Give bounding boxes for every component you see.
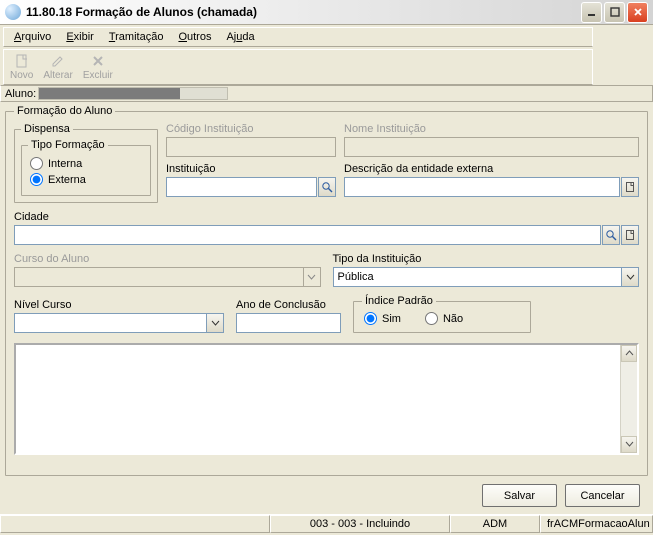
chevron-up-icon [625, 349, 634, 358]
search-icon [605, 229, 617, 241]
new-icon [14, 53, 30, 69]
menu-ajuda[interactable]: Ajuda [220, 30, 260, 45]
app-icon [5, 4, 21, 20]
status-cell-2: 003 - 003 - Incluindo [270, 515, 450, 533]
formacao-legend: Formação do Aluno [14, 105, 115, 117]
instituicao-lookup-button[interactable] [318, 177, 336, 197]
toolbar-alterar-label: Alterar [43, 70, 72, 81]
button-row: Salvar Cancelar [5, 476, 648, 514]
cidade-lookup-button[interactable] [602, 225, 620, 245]
ano-conclusao-input[interactable] [236, 313, 341, 333]
nivel-curso-combo[interactable] [14, 313, 207, 333]
curso-aluno-dropdown-button [303, 267, 321, 287]
instituicao-input[interactable] [166, 177, 317, 197]
curso-aluno-combo [14, 267, 304, 287]
cancelar-button[interactable]: Cancelar [565, 484, 640, 507]
tipo-inst-dropdown-button[interactable] [621, 267, 639, 287]
toolbar-novo-label: Novo [10, 70, 33, 81]
curso-aluno-label: Curso do Aluno [14, 253, 321, 265]
aluno-bar: Aluno: [0, 85, 653, 102]
descricao-ent-doc-button[interactable] [621, 177, 639, 197]
cidade-doc-button[interactable] [621, 225, 639, 245]
radio-interna-label: Interna [48, 158, 82, 170]
radio-indice-nao[interactable] [425, 312, 438, 325]
document-icon [624, 181, 636, 193]
descricao-ent-label: Descrição da entidade externa [344, 163, 639, 175]
indice-nao-label: Não [443, 313, 463, 325]
cidade-label: Cidade [14, 211, 639, 223]
maximize-button[interactable] [604, 2, 625, 23]
tipo-inst-label: Tipo da Instituição [333, 253, 640, 265]
radio-indice-sim[interactable] [364, 312, 377, 325]
menu-exibir[interactable]: Exibir [60, 30, 100, 45]
cidade-input[interactable] [14, 225, 601, 245]
chevron-down-icon [626, 273, 635, 282]
ano-conclusao-label: Ano de Conclusão [236, 299, 341, 311]
salvar-button[interactable]: Salvar [482, 484, 557, 507]
menu-tramitacao[interactable]: Tramitação [103, 30, 170, 45]
menu-arquivo[interactable]: Arquivo [8, 30, 57, 45]
search-icon [321, 181, 333, 193]
list-area[interactable] [14, 343, 639, 455]
tipo-inst-combo[interactable] [333, 267, 623, 287]
radio-externa-row[interactable]: Externa [30, 173, 144, 186]
indice-sim-row[interactable]: Sim [364, 312, 401, 325]
chevron-down-icon [307, 273, 316, 282]
scrollbar[interactable] [620, 345, 637, 453]
radio-externa[interactable] [30, 173, 43, 186]
close-button[interactable] [627, 2, 648, 23]
indice-padrao-legend: Índice Padrão [362, 295, 436, 307]
toolbar-excluir[interactable]: Excluir [83, 53, 113, 81]
toolbar: Novo Alterar Excluir [3, 49, 593, 85]
formacao-fieldset: Formação do Aluno Dispensa Tipo Formação… [5, 105, 648, 476]
aluno-label: Aluno: [5, 88, 36, 100]
nome-inst-label: Nome Instituição [344, 123, 639, 135]
radio-externa-label: Externa [48, 174, 86, 186]
scroll-down-button[interactable] [621, 436, 637, 453]
radio-interna-row[interactable]: Interna [30, 157, 144, 170]
nome-inst-input [344, 137, 639, 157]
minimize-button[interactable] [581, 2, 602, 23]
window-title: 11.80.18 Formação de Alunos (chamada) [26, 5, 581, 19]
tipo-formacao-legend: Tipo Formação [28, 139, 108, 151]
document-icon [624, 229, 636, 241]
titlebar: 11.80.18 Formação de Alunos (chamada) [0, 0, 653, 25]
edit-icon [50, 53, 66, 69]
codigo-inst-input [166, 137, 336, 157]
indice-padrao-fieldset: Índice Padrão Sim Não [353, 295, 531, 333]
indice-sim-label: Sim [382, 313, 401, 325]
toolbar-novo[interactable]: Novo [10, 53, 33, 81]
dispensa-legend: Dispensa [21, 123, 73, 135]
status-cell-1 [0, 515, 270, 533]
status-cell-3: ADM [450, 515, 540, 533]
indice-nao-row[interactable]: Não [425, 312, 463, 325]
aluno-progress [38, 87, 228, 100]
chevron-down-icon [625, 440, 634, 449]
descricao-ent-input[interactable] [344, 177, 620, 197]
menu-outros[interactable]: Outros [172, 30, 217, 45]
toolbar-excluir-label: Excluir [83, 70, 113, 81]
statusbar: 003 - 003 - Incluindo ADM frACMFormacaoA… [0, 514, 653, 533]
nivel-curso-dropdown-button[interactable] [206, 313, 224, 333]
menubar: Arquivo Exibir Tramitação Outros Ajuda [3, 27, 593, 47]
tipo-formacao-fieldset: Tipo Formação Interna Externa [21, 139, 151, 196]
radio-interna[interactable] [30, 157, 43, 170]
scroll-up-button[interactable] [621, 345, 637, 362]
nivel-curso-label: Nível Curso [14, 299, 224, 311]
status-cell-4: frACMFormacaoAlun [540, 515, 653, 533]
chevron-down-icon [211, 319, 220, 328]
toolbar-alterar[interactable]: Alterar [43, 53, 72, 81]
dispensa-fieldset: Dispensa Tipo Formação Interna Externa [14, 123, 158, 203]
delete-icon [90, 53, 106, 69]
codigo-inst-label: Código Instituição [166, 123, 336, 135]
instituicao-label: Instituição [166, 163, 336, 175]
